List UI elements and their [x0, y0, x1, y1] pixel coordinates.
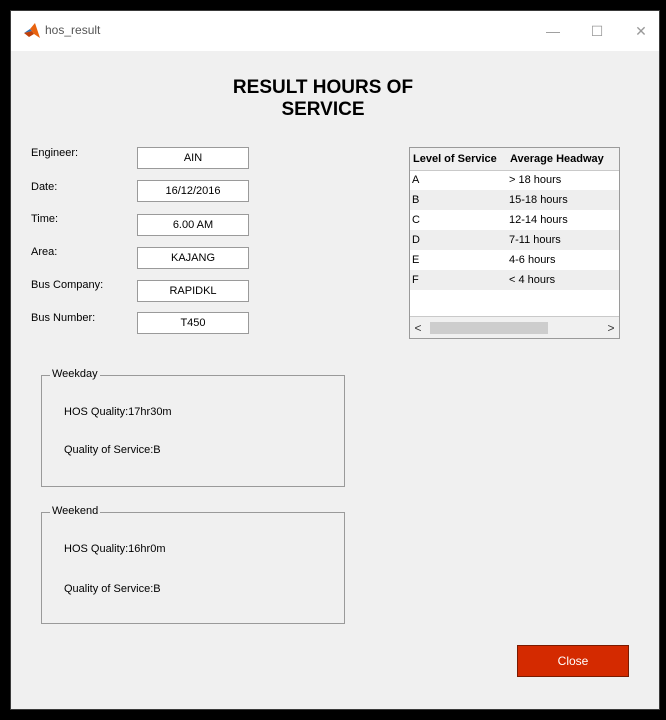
table-cell-level: A — [412, 174, 420, 186]
table-cell-headway: 15-18 hours — [509, 194, 568, 206]
table-cell-headway: > 18 hours — [509, 174, 562, 186]
window-title: hos_result — [45, 23, 101, 37]
table-cell-headway: 7-11 hours — [509, 234, 561, 246]
weekday-hos-quality: HOS Quality:17hr30m — [64, 406, 172, 418]
table-row[interactable]: D 7-11 hours — [410, 230, 619, 250]
figure-content: RESULT HOURS OF SERVICE Engineer: AIN Da… — [11, 51, 659, 709]
area-label: Area: — [31, 246, 58, 258]
weekend-panel: Weekend HOS Quality:16hr0m Quality of Se… — [41, 505, 345, 624]
bus-company-field[interactable]: RAPIDKL — [137, 280, 249, 302]
table-row[interactable]: B 15-18 hours — [410, 190, 619, 210]
table-cell-level: C — [412, 214, 420, 226]
page-title-line2: SERVICE — [281, 99, 365, 120]
weekday-panel: Weekday HOS Quality:17hr30m Quality of S… — [41, 368, 345, 487]
title-bar[interactable]: hos_result — ☐ ✕ — [11, 11, 659, 51]
table-cell-level: E — [412, 254, 420, 266]
scroll-right-icon[interactable]: > — [603, 317, 619, 338]
scrollbar-thumb[interactable] — [430, 322, 548, 334]
time-field[interactable]: 6.00 AM — [137, 214, 249, 236]
page-title-line1: RESULT HOURS OF — [232, 77, 414, 98]
page-title: RESULT HOURS OF SERVICE — [191, 77, 455, 121]
maximize-button[interactable]: ☐ — [585, 20, 609, 42]
engineer-field[interactable]: AIN — [137, 147, 249, 169]
minimize-button[interactable]: — — [541, 20, 565, 42]
table-row[interactable]: E 4-6 hours — [410, 250, 619, 270]
table-cell-headway: 12-14 hours — [509, 214, 568, 226]
table-header-headway[interactable]: Average Headway — [508, 148, 619, 171]
app-window: hos_result — ☐ ✕ RESULT HOURS OF SERVICE… — [10, 10, 660, 710]
area-field[interactable]: KAJANG — [137, 247, 249, 269]
date-field[interactable]: 16/12/2016 — [137, 180, 249, 202]
table-row[interactable]: A > 18 hours — [410, 170, 619, 190]
bus-number-field[interactable]: T450 — [137, 312, 249, 334]
service-level-table[interactable]: Level of Service Average Headway A > 18 … — [409, 147, 620, 339]
table-cell-level: B — [412, 194, 420, 206]
weekend-panel-title: Weekend — [50, 505, 101, 517]
table-cell-headway: < 4 hours — [509, 274, 556, 286]
table-header-level[interactable]: Level of Service — [410, 148, 511, 171]
weekday-panel-title: Weekday — [50, 368, 100, 380]
weekend-hos-quality: HOS Quality:16hr0m — [64, 543, 166, 555]
weekday-quality-of-service: Quality of Service:B — [64, 444, 161, 456]
engineer-label: Engineer: — [31, 147, 79, 159]
bus-company-label: Bus Company: — [31, 279, 104, 291]
table-cell-headway: 4-6 hours — [509, 254, 556, 266]
table-cell-level: F — [412, 274, 419, 286]
weekend-quality-of-service: Quality of Service:B — [64, 583, 161, 595]
bus-number-label: Bus Number: — [31, 312, 96, 324]
horizontal-scrollbar[interactable]: < > — [410, 316, 619, 338]
scroll-left-icon[interactable]: < — [410, 317, 426, 338]
date-label: Date: — [31, 181, 58, 193]
table-cell-level: D — [412, 234, 420, 246]
table-row[interactable]: F < 4 hours — [410, 270, 619, 290]
table-row[interactable]: C 12-14 hours — [410, 210, 619, 230]
matlab-icon — [24, 23, 40, 38]
close-window-button[interactable]: ✕ — [629, 20, 653, 42]
close-button[interactable]: Close — [517, 645, 629, 677]
time-label: Time: — [31, 213, 59, 225]
